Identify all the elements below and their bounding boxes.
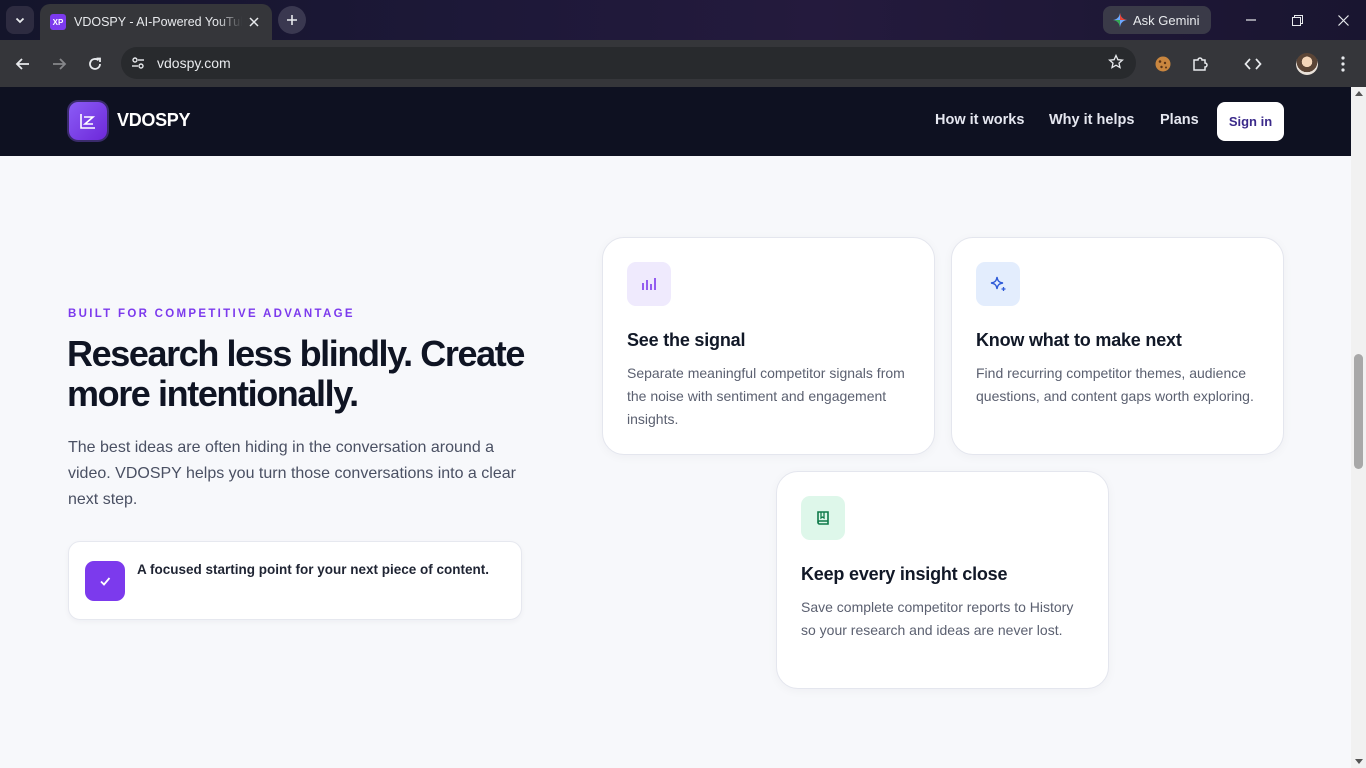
page-viewport: VDOSPY How it works Why it helps Plans S… — [0, 87, 1351, 768]
arrow-right-icon — [53, 58, 67, 70]
tune-icon — [132, 57, 144, 69]
url-text: vdospy.com — [157, 55, 231, 71]
restore-button[interactable] — [1274, 0, 1320, 40]
feature-card-keep-every-insight-close: Keep every insight close Save complete c… — [776, 471, 1109, 689]
browser-toolbar: vdospy.com — [0, 40, 1366, 87]
close-icon — [249, 17, 259, 27]
close-window-button[interactable] — [1320, 0, 1366, 40]
card-body: Separate meaningful competitor signals f… — [627, 365, 905, 427]
sign-in-button[interactable]: Sign in — [1217, 102, 1284, 141]
ask-gemini-label: Ask Gemini — [1133, 12, 1200, 28]
extensions-button[interactable] — [1185, 49, 1215, 79]
gemini-icon — [1113, 13, 1127, 27]
section-lead: The best ideas are often hiding in the c… — [68, 439, 516, 508]
page-scrollbar[interactable] — [1351, 87, 1366, 768]
section-headline: Research less blindly. Create more inten… — [67, 333, 525, 414]
puzzle-icon — [1193, 57, 1208, 71]
cookie-extension-button[interactable] — [1148, 49, 1178, 79]
book-icon — [817, 511, 829, 525]
plus-icon — [287, 15, 297, 25]
devtools-button[interactable] — [1238, 49, 1268, 79]
scroll-up-arrow-icon[interactable] — [1355, 91, 1363, 96]
minimize-icon — [1246, 19, 1256, 21]
arrow-left-icon — [15, 58, 29, 70]
restore-icon — [1291, 14, 1303, 26]
card-icon-badge — [627, 262, 671, 306]
tab-close-button[interactable] — [244, 12, 264, 32]
bookmark-star-button[interactable] — [1108, 53, 1124, 75]
check-badge — [85, 561, 125, 601]
forward-button[interactable] — [44, 49, 74, 79]
reload-button[interactable] — [80, 49, 110, 79]
star-icon — [1108, 53, 1124, 69]
feature-card-know-what-to-make-next: Know what to make next Find recurring co… — [951, 237, 1284, 455]
card-title: Keep every insight close — [801, 564, 1008, 584]
address-bar[interactable]: vdospy.com — [121, 47, 1136, 79]
card-icon-badge — [801, 496, 845, 540]
kebab-menu-icon — [1341, 56, 1345, 72]
sparkle-icon — [990, 276, 1006, 291]
feature-card-see-the-signal: See the signal Separate meaningful compe… — [602, 237, 935, 455]
nav-link-why-it-helps[interactable]: Why it helps — [1049, 112, 1134, 128]
bar-chart-icon — [642, 278, 656, 290]
code-icon — [1244, 58, 1262, 70]
card-title: Know what to make next — [976, 330, 1182, 350]
tab-title: VDOSPY - AI-Powered YouTube Competitor R… — [74, 15, 242, 29]
card-title: See the signal — [627, 330, 746, 350]
tab-favicon: XP — [50, 14, 66, 30]
browser-menu-button[interactable] — [1328, 49, 1358, 79]
brand-name[interactable]: VDOSPY — [117, 110, 191, 131]
back-button[interactable] — [8, 49, 38, 79]
profile-avatar[interactable] — [1296, 53, 1318, 75]
browser-tabstrip: XP VDOSPY - AI-Powered YouTube Competito… — [0, 0, 1366, 40]
card-body: Save complete competitor reports to Hist… — [801, 599, 1074, 638]
reload-icon — [89, 57, 101, 70]
tab-search-button[interactable] — [6, 6, 34, 34]
scrollbar-thumb[interactable] — [1354, 354, 1363, 469]
card-body: Find recurring competitor themes, audien… — [976, 365, 1254, 404]
new-tab-button[interactable] — [278, 6, 306, 34]
site-info-button[interactable] — [125, 50, 151, 76]
cookie-icon — [1155, 56, 1171, 72]
minimize-button[interactable] — [1228, 0, 1274, 40]
brand-logo[interactable] — [69, 102, 107, 140]
chart-trend-icon — [80, 114, 96, 129]
chevron-down-icon — [15, 17, 25, 24]
focus-callout: A focused starting point for your next p… — [68, 541, 522, 620]
nav-link-how-it-works[interactable]: How it works — [935, 112, 1024, 128]
section-eyebrow: BUILT FOR COMPETITIVE ADVANTAGE — [68, 308, 355, 320]
card-icon-badge — [976, 262, 1020, 306]
active-tab[interactable]: XP VDOSPY - AI-Powered YouTube Competito… — [40, 4, 272, 40]
close-icon — [1337, 14, 1349, 26]
callout-text: A focused starting point for your next p… — [137, 562, 490, 577]
check-icon — [100, 577, 111, 586]
ask-gemini-button[interactable]: Ask Gemini — [1103, 6, 1211, 34]
scroll-down-arrow-icon[interactable] — [1355, 759, 1363, 764]
site-header: VDOSPY How it works Why it helps Plans S… — [0, 87, 1351, 156]
nav-link-plans[interactable]: Plans — [1160, 112, 1199, 128]
